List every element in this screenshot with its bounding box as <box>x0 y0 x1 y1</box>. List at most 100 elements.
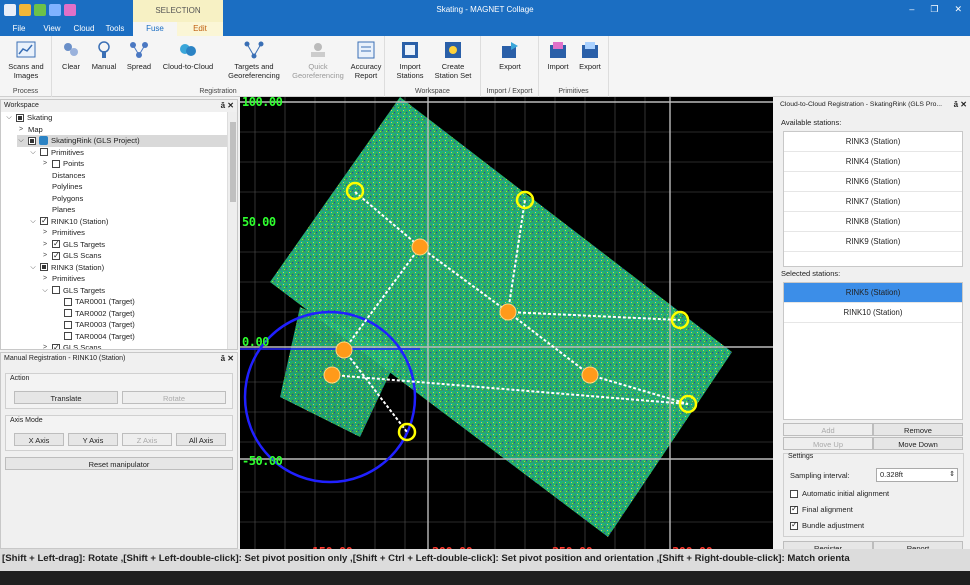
tree-item[interactable]: Polylines <box>41 181 82 193</box>
tree-item[interactable]: ⌵ GLS Targets <box>41 285 105 297</box>
tree-checkbox[interactable] <box>40 148 48 157</box>
tree-checkbox[interactable] <box>16 113 24 122</box>
tree-item[interactable]: ⌵ RINK3 (Station) <box>29 262 104 274</box>
station-list-item[interactable]: RINK7 (Station) <box>784 192 962 212</box>
tree-item[interactable]: > GLS Scans <box>41 342 101 349</box>
quick-georeferencing-button[interactable]: Quick Georeferencing <box>288 40 348 80</box>
station-marker[interactable] <box>335 341 353 359</box>
tree-item[interactable]: Distances <box>41 170 85 182</box>
primitives-export-button[interactable]: Export <box>575 40 605 71</box>
point-cloud-canvas[interactable] <box>240 97 773 563</box>
sampling-interval-input[interactable]: 0.328ft ⇕ <box>876 468 958 482</box>
tree-item[interactable]: TAR0002 (Target) <box>53 308 135 320</box>
auto-align-checkbox[interactable] <box>790 489 798 498</box>
auto-align-row[interactable]: Automatic initial alignment <box>790 489 889 498</box>
tree-item[interactable]: ⌵ RINK10 (Station) <box>29 215 108 228</box>
tree-checkbox[interactable] <box>64 309 72 318</box>
expand-arrow-icon[interactable]: ⌵ <box>17 135 25 147</box>
reset-manipulator-button[interactable]: Reset manipulator <box>5 457 233 470</box>
y-axis-button[interactable]: Y Axis <box>68 433 118 446</box>
tree-item[interactable]: ⌵ SkatingRink (GLS Project) <box>17 135 227 147</box>
workspace-scrollbar[interactable] <box>227 112 237 349</box>
tree-item[interactable]: TAR0004 (Target) <box>53 331 135 343</box>
station-list-item[interactable]: RINK3 (Station) <box>784 132 962 152</box>
tree-checkbox[interactable] <box>64 332 72 341</box>
expand-arrow-icon[interactable]: > <box>41 158 49 170</box>
bundle-row[interactable]: Bundle adjustment <box>790 520 864 530</box>
station-list-item[interactable]: RINK6 (Station) <box>784 172 962 192</box>
accuracy-report-button[interactable]: Accuracy Report <box>350 40 382 80</box>
station-marker[interactable] <box>411 238 429 256</box>
bundle-adjustment-checkbox[interactable] <box>790 520 798 530</box>
station-marker[interactable] <box>323 366 341 384</box>
tree-item[interactable]: TAR0001 (Target) <box>53 296 135 308</box>
point-cloud-viewport[interactable]: 100.00 50.00 0.00 -50.00 150.00 200.00 2… <box>240 97 773 563</box>
station-list-item[interactable]: RINK4 (Station) <box>784 152 962 172</box>
tree-checkbox[interactable] <box>28 136 36 145</box>
tree-checkbox[interactable] <box>52 286 60 295</box>
cloud-to-cloud-button[interactable]: Cloud-to-Cloud <box>158 40 218 71</box>
expand-arrow-icon[interactable]: > <box>41 250 49 262</box>
tree-checkbox[interactable] <box>52 250 60 261</box>
pin-close-icon[interactable]: ā ✕ <box>221 353 234 365</box>
tree-checkbox[interactable] <box>40 215 48 227</box>
export-button[interactable]: Export <box>491 40 529 71</box>
scans-and-images-button[interactable]: Scans and Images <box>4 40 48 80</box>
station-list-item[interactable]: RINK9 (Station) <box>784 232 962 252</box>
tree-item[interactable]: ⌵ Skating <box>5 112 52 124</box>
tab-tools[interactable]: Tools <box>102 22 128 36</box>
minimize-icon[interactable]: – <box>909 4 914 15</box>
pin-close-icon[interactable]: ā ✕ <box>221 100 234 112</box>
move-up-button[interactable]: Move Up <box>783 437 873 450</box>
station-marker[interactable] <box>581 366 599 384</box>
tree-checkbox[interactable] <box>64 320 72 329</box>
clear-button[interactable]: Clear <box>56 40 86 71</box>
tree-item[interactable]: > GLS Scans <box>41 250 101 262</box>
expand-arrow-icon[interactable]: ⌵ <box>29 262 37 274</box>
station-list-item[interactable]: RINK8 (Station) <box>784 212 962 232</box>
create-station-set-button[interactable]: Create Station Set <box>431 40 475 80</box>
all-axis-button[interactable]: All Axis <box>176 433 226 446</box>
expand-arrow-icon[interactable]: > <box>41 342 49 349</box>
manual-button[interactable]: Manual <box>88 40 120 71</box>
tree-item[interactable]: > Primitives <box>41 227 85 239</box>
tree-item[interactable]: Planes <box>41 204 75 216</box>
tree-checkbox[interactable] <box>52 238 60 250</box>
station-list-item[interactable]: RINK10 (Station) <box>784 303 962 323</box>
tab-fuse[interactable]: Fuse <box>133 22 177 36</box>
tree-item[interactable]: Polygons <box>41 193 83 205</box>
tab-view[interactable]: View <box>40 22 64 36</box>
final-align-checkbox[interactable] <box>790 504 798 514</box>
spinner-icon[interactable]: ⇕ <box>949 469 955 481</box>
targets-georeferencing-button[interactable]: Targets and Georeferencing <box>222 40 286 80</box>
station-marker[interactable] <box>499 303 517 321</box>
remove-button[interactable]: Remove <box>873 423 963 436</box>
expand-arrow-icon[interactable]: > <box>41 273 49 285</box>
expand-arrow-icon[interactable]: ⌵ <box>5 112 13 124</box>
tree-item[interactable]: > Primitives <box>41 273 85 285</box>
primitives-import-button[interactable]: Import <box>543 40 573 71</box>
tree-item[interactable]: > GLS Targets <box>41 238 105 251</box>
scrollbar-thumb[interactable] <box>230 122 236 202</box>
close-icon[interactable]: ✕ <box>954 4 962 15</box>
tree-item[interactable]: TAR0003 (Target) <box>53 319 135 331</box>
expand-arrow-icon[interactable]: > <box>41 227 49 239</box>
import-stations-button[interactable]: Import Stations <box>391 40 429 80</box>
spread-button[interactable]: Spread <box>122 40 156 71</box>
tree-checkbox[interactable] <box>40 263 48 272</box>
translate-button[interactable]: Translate <box>14 391 118 404</box>
expand-arrow-icon[interactable]: > <box>17 124 25 136</box>
station-list-item[interactable]: RINK5 (Station) <box>784 283 962 303</box>
tree-checkbox[interactable] <box>64 297 72 306</box>
tree-item[interactable]: ⌵ Primitives <box>29 147 84 159</box>
expand-arrow-icon[interactable]: > <box>41 239 49 251</box>
pin-close-icon[interactable]: ā ✕ <box>954 99 967 111</box>
rotate-button[interactable]: Rotate <box>122 391 226 404</box>
expand-arrow-icon[interactable]: ⌵ <box>41 285 49 297</box>
final-align-row[interactable]: Final alignment <box>790 504 853 514</box>
tree-checkbox[interactable] <box>52 159 60 168</box>
move-down-button[interactable]: Move Down <box>873 437 963 450</box>
expand-arrow-icon[interactable]: ⌵ <box>29 216 37 228</box>
z-axis-button[interactable]: Z Axis <box>122 433 172 446</box>
x-axis-button[interactable]: X Axis <box>14 433 64 446</box>
